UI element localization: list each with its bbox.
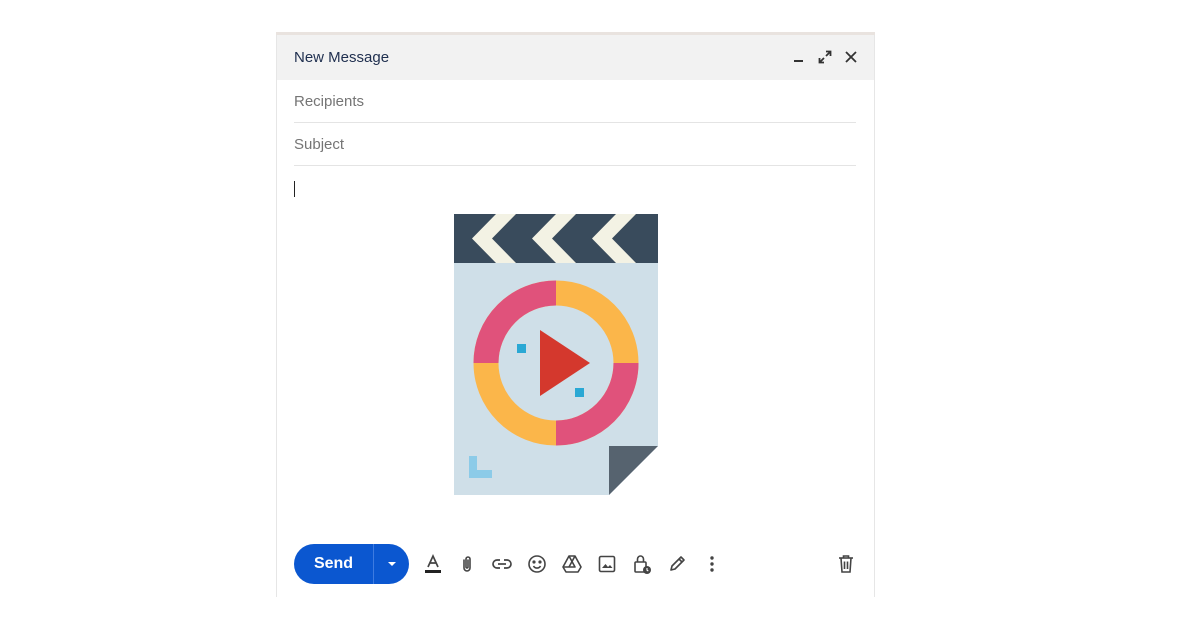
video-file-image [454,214,658,495]
signature-icon[interactable] [665,552,689,576]
send-button-group: Send [294,544,409,584]
emoji-icon[interactable] [525,552,549,576]
link-icon[interactable] [490,552,514,576]
minimize-icon[interactable] [790,47,808,67]
recipients-field [294,80,856,123]
confidential-icon[interactable] [630,552,654,576]
header-actions [790,47,860,67]
subject-input[interactable] [294,123,856,165]
close-icon[interactable] [842,47,860,67]
caret-down-icon [387,562,396,566]
message-body[interactable] [294,167,856,537]
send-button[interactable]: Send [294,544,373,584]
attach-icon[interactable] [455,552,479,576]
compose-toolbar: Send [294,544,856,584]
send-options-button[interactable] [374,544,409,584]
compose-header: New Message [277,35,874,80]
more-options-icon[interactable] [700,552,724,576]
compose-window: New Message Recipients Subject Send [276,32,875,597]
compose-title: New Message [294,49,390,66]
expand-icon[interactable] [816,47,834,67]
formatting-icon[interactable] [421,552,445,576]
text-caret [294,181,295,197]
photo-icon[interactable] [595,552,619,576]
trash-icon[interactable] [834,552,858,576]
subject-field [294,123,856,166]
drive-icon[interactable] [560,552,584,576]
recipients-input[interactable] [294,80,856,122]
